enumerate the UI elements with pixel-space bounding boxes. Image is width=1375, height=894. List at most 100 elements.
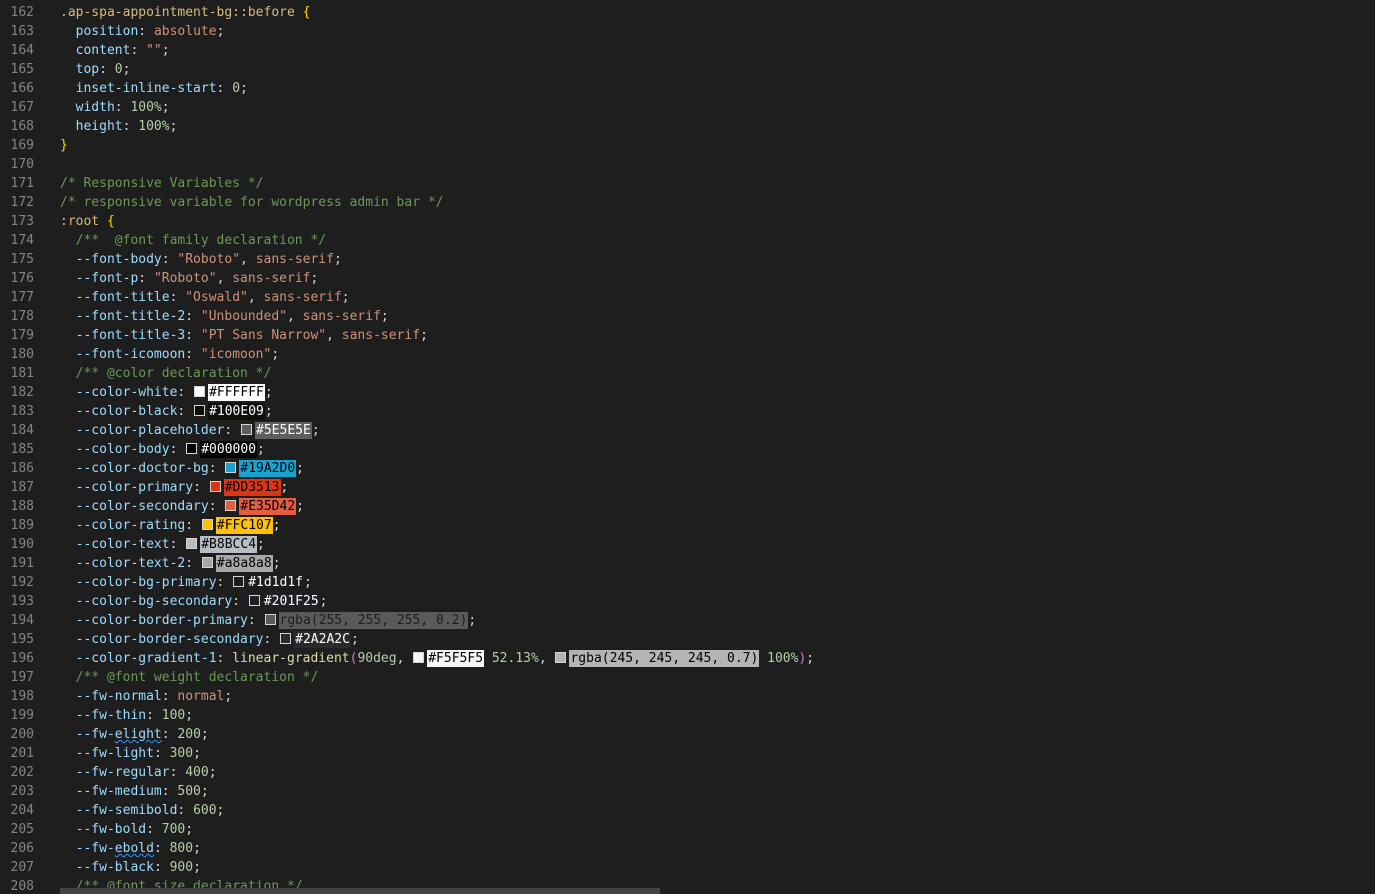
code-line[interactable]: 201 --fw-light: 300;: [0, 744, 1375, 763]
css-property: --color-bg-secondary: [75, 594, 233, 609]
color-swatch-icon[interactable]: [194, 405, 206, 416]
code-editor[interactable]: 162 .ap-spa-appointment-bg::before {163 p…: [0, 0, 1375, 894]
code-line[interactable]: 171 /* Responsive Variables */: [0, 174, 1375, 193]
code-line[interactable]: 178 --font-title-2: "Unbounded", sans-se…: [0, 307, 1375, 326]
code-line[interactable]: 187 --color-primary: #DD3513;: [0, 478, 1375, 497]
color-swatch-icon[interactable]: [555, 652, 567, 663]
css-property: --color-primary: [75, 480, 194, 495]
line-code: --font-p: "Roboto", sans-serif;: [60, 269, 319, 288]
code-line[interactable]: 172 /* responsive variable for wordpress …: [0, 193, 1375, 212]
code-line[interactable]: 188 --color-secondary: #E35D42;: [0, 497, 1375, 516]
code-token: ;: [193, 841, 201, 856]
code-token: ;: [310, 271, 319, 286]
code-line[interactable]: 185 --color-body: #000000;: [0, 440, 1375, 459]
code-token: ;: [350, 632, 359, 647]
color-swatch-icon[interactable]: [413, 652, 425, 663]
code-token: ,: [538, 651, 555, 666]
code-line[interactable]: 184 --color-placeholder: #5E5E5E;: [0, 421, 1375, 440]
code-line[interactable]: 193 --color-bg-secondary: #201F25;: [0, 592, 1375, 611]
code-token: 800: [169, 841, 194, 856]
code-line[interactable]: 198 --fw-normal: normal;: [0, 687, 1375, 706]
code-token: :: [224, 423, 241, 438]
color-swatch-icon[interactable]: [186, 538, 198, 549]
code-line[interactable]: 203 --fw-medium: 500;: [0, 782, 1375, 801]
code-line[interactable]: 168 height: 100%;: [0, 117, 1375, 136]
horizontal-scrollbar[interactable]: [60, 888, 660, 894]
color-swatch-icon[interactable]: [264, 614, 276, 625]
color-swatch-icon[interactable]: [186, 443, 198, 454]
code-token: :: [216, 81, 233, 96]
color-swatch-icon[interactable]: [201, 519, 213, 530]
css-property: --fw-: [75, 841, 115, 856]
color-swatch-icon[interactable]: [248, 595, 260, 606]
code-line[interactable]: 165 top: 0;: [0, 60, 1375, 79]
code-line[interactable]: 181 /** @color declaration */: [0, 364, 1375, 383]
code-token: 0: [114, 62, 123, 77]
code-line[interactable]: 194 --color-border-primary: rgba(255, 25…: [0, 611, 1375, 630]
code-line[interactable]: 197 /** @font weight declaration */: [0, 668, 1375, 687]
code-line[interactable]: 192 --color-bg-primary: #1d1d1f;: [0, 573, 1375, 592]
code-line[interactable]: 179 --font-title-3: "PT Sans Narrow", sa…: [0, 326, 1375, 345]
code-token: :: [153, 860, 170, 875]
code-line[interactable]: 180 --font-icomoon: "icomoon";: [0, 345, 1375, 364]
code-line[interactable]: 200 --fw-elight: 200;: [0, 725, 1375, 744]
code-token: }: [60, 138, 68, 153]
color-swatch-icon[interactable]: [209, 481, 221, 492]
code-line[interactable]: 170: [0, 155, 1375, 174]
color-swatch-icon[interactable]: [225, 462, 237, 473]
code-line[interactable]: 174 /** @font family declaration */: [0, 231, 1375, 250]
code-line[interactable]: 204 --fw-semibold: 600;: [0, 801, 1375, 820]
line-code: --fw-thin: 100;: [60, 706, 193, 725]
code-line[interactable]: 175 --font-body: "Roboto", sans-serif;: [0, 250, 1375, 269]
code-line[interactable]: 191 --color-text-2: #a8a8a8;: [0, 554, 1375, 573]
color-value: #FFC107: [215, 517, 273, 534]
color-swatch-icon[interactable]: [194, 386, 206, 397]
code-line[interactable]: 163 position: absolute;: [0, 22, 1375, 41]
code-line[interactable]: 177 --font-title: "Oswald", sans-serif;: [0, 288, 1375, 307]
color-swatch-icon[interactable]: [280, 633, 292, 644]
code-line[interactable]: 199 --fw-thin: 100;: [0, 706, 1375, 725]
line-code: width: 100%;: [60, 98, 170, 117]
code-line[interactable]: 186 --color-doctor-bg: #19A2D0;: [0, 459, 1375, 478]
code-token: ;: [380, 309, 389, 324]
line-code: /* responsive variable for wordpress adm…: [60, 193, 444, 212]
css-property: inset-inline-start: [75, 81, 217, 96]
code-line[interactable]: 207 --fw-black: 900;: [0, 858, 1375, 877]
line-number: 195: [10, 632, 34, 647]
code-line[interactable]: 176 --font-p: "Roboto", sans-serif;: [0, 269, 1375, 288]
color-swatch-icon[interactable]: [201, 557, 213, 568]
line-code: --font-title-3: "PT Sans Narrow", sans-s…: [60, 326, 428, 345]
line-number: 185: [10, 442, 34, 457]
code-line[interactable]: 190 --color-text: #B8BCC4;: [0, 535, 1375, 554]
code-line[interactable]: 166 inset-inline-start: 0;: [0, 79, 1375, 98]
css-property: --color-black: [75, 404, 178, 419]
code-line[interactable]: 189 --color-rating: #FFC107;: [0, 516, 1375, 535]
code-line[interactable]: 183 --color-black: #100E09;: [0, 402, 1375, 421]
line-number: 194: [10, 613, 34, 628]
code-line[interactable]: 182 --color-white: #FFFFFF;: [0, 383, 1375, 402]
code-line[interactable]: 206 --fw-ebold: 800;: [0, 839, 1375, 858]
css-property: --color-text-2: [75, 556, 186, 571]
color-value: #DD3513: [223, 479, 281, 496]
color-swatch-icon[interactable]: [241, 424, 253, 435]
code-line[interactable]: 169}: [0, 136, 1375, 155]
code-token: 400: [185, 765, 209, 780]
code-line[interactable]: 202 --fw-regular: 400;: [0, 763, 1375, 782]
line-code: /* Responsive Variables */: [60, 174, 264, 193]
code-line[interactable]: 164 content: "";: [0, 41, 1375, 60]
code-line[interactable]: 205 --fw-bold: 700;: [0, 820, 1375, 839]
color-swatch-icon[interactable]: [225, 500, 237, 511]
code-line[interactable]: 162 .ap-spa-appointment-bg::before {: [0, 3, 1375, 22]
code-line[interactable]: 167 width: 100%;: [0, 98, 1375, 117]
code-line[interactable]: 196 --color-gradient-1: linear-gradient(…: [0, 649, 1375, 668]
code-line[interactable]: 173:root {: [0, 212, 1375, 231]
color-swatch-icon[interactable]: [233, 576, 245, 587]
code-line[interactable]: 195 --color-border-secondary: #2A2A2C;: [0, 630, 1375, 649]
css-property: --color-doctor-bg: [75, 461, 209, 476]
